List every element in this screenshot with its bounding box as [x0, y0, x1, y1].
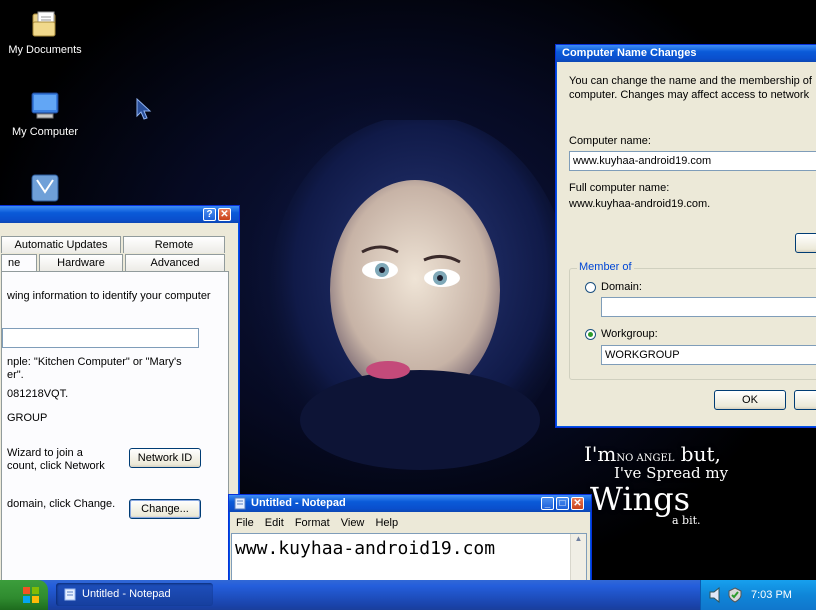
menu-help[interactable]: Help: [375, 517, 398, 529]
menu-format[interactable]: Format: [295, 517, 330, 529]
example-text-line2: er".: [7, 369, 24, 381]
full-computer-name-value: 081218VQT.: [7, 388, 69, 400]
wallpaper-portrait: [270, 120, 570, 470]
desktop-icon-partial[interactable]: [0, 172, 90, 208]
notepad-window: Untitled - Notepad _ □ ✕ File Edit Forma…: [228, 494, 592, 586]
dialog-description-line1: You can change the name and the membersh…: [569, 75, 812, 87]
vertical-scrollbar[interactable]: ▲: [570, 534, 586, 580]
full-computer-name-label: Full computer name:: [569, 182, 670, 194]
clock: 7:03 PM: [751, 589, 792, 601]
domain-radio[interactable]: [585, 282, 596, 293]
system-tray: 7:03 PM: [700, 580, 816, 610]
minimize-button[interactable]: _: [541, 497, 554, 510]
domain-label: Domain:: [601, 281, 642, 293]
tab-hardware[interactable]: Hardware: [39, 254, 123, 271]
example-text-line1: nple: "Kitchen Computer" or "Mary's: [7, 356, 182, 368]
desktop-icon-label: My Computer: [11, 126, 79, 138]
wallpaper-quote-line3: Wings: [590, 480, 691, 518]
wizard-text-line2: count, click Network: [7, 460, 105, 472]
menu-view[interactable]: View: [341, 517, 365, 529]
dialog-description-line2: computer. Changes may affect access to n…: [569, 89, 810, 101]
wizard-text-line1: Wizard to join a: [7, 447, 83, 459]
workgroup-label: Workgroup:: [601, 328, 658, 340]
computer-icon: [29, 90, 61, 122]
windows-logo-icon: [23, 587, 39, 603]
computer-name-label: Computer name:: [569, 135, 651, 147]
security-shield-icon[interactable]: [727, 587, 743, 603]
more-button[interactable]: [795, 233, 816, 253]
desktop-icon-label: My Documents: [8, 44, 82, 56]
notepad-text-area[interactable]: www.kuyhaa-android19.com ▲: [231, 533, 587, 581]
wallpaper-quote-line4: a bit.: [672, 514, 701, 527]
description-text: wing information to identify your comput…: [7, 290, 211, 302]
system-properties-window: ? ✕ Automatic Updates Remote ne Hardware…: [0, 205, 240, 597]
member-of-label: Member of: [577, 261, 634, 273]
tab-advanced[interactable]: Advanced: [125, 254, 225, 271]
computer-description-input[interactable]: [2, 328, 199, 348]
change-text: domain, click Change.: [7, 498, 116, 510]
notepad-icon: [234, 497, 246, 510]
mouse-cursor-icon: [136, 98, 152, 120]
taskbar: Untitled - Notepad 7:03 PM: [0, 580, 816, 610]
menu-file[interactable]: File: [236, 517, 254, 529]
workgroup-input[interactable]: WORKGROUP: [601, 345, 816, 365]
computer-name-changes-titlebar[interactable]: Computer Name Changes: [556, 45, 816, 62]
menu-edit[interactable]: Edit: [265, 517, 284, 529]
network-id-button[interactable]: Network ID: [129, 448, 201, 468]
cancel-button-partial[interactable]: [794, 390, 816, 410]
change-button[interactable]: Change...: [129, 499, 201, 519]
tab-remote[interactable]: Remote: [123, 236, 225, 253]
folder-documents-icon: [29, 8, 61, 40]
taskbar-item-label: Untitled - Notepad: [82, 588, 171, 600]
domain-input[interactable]: [601, 297, 816, 317]
computer-name-changes-dialog: Computer Name Changes You can change the…: [555, 44, 816, 428]
notepad-menubar: File Edit Format View Help: [231, 514, 587, 532]
taskbar-item-notepad[interactable]: Untitled - Notepad: [56, 583, 213, 606]
volume-icon[interactable]: [709, 587, 723, 603]
notepad-titlebar[interactable]: Untitled - Notepad _ □ ✕: [229, 495, 591, 512]
desktop-icon-my-documents[interactable]: My Documents: [0, 8, 90, 56]
desktop: My Documents My Computer I'mNO ANGEL but…: [0, 0, 816, 610]
close-button[interactable]: ✕: [571, 497, 584, 510]
workgroup-radio[interactable]: [585, 329, 596, 340]
maximize-button[interactable]: □: [556, 497, 569, 510]
member-of-groupbox: Member of Domain: Workgroup: WORKGROUP: [569, 261, 816, 380]
tab-computer-name[interactable]: ne: [1, 254, 37, 271]
tab-panel: wing information to identify your comput…: [1, 271, 229, 589]
notepad-content: www.kuyhaa-android19.com: [235, 538, 496, 559]
tab-automatic-updates[interactable]: Automatic Updates: [1, 236, 121, 253]
start-button[interactable]: [0, 580, 48, 610]
scroll-up-icon[interactable]: ▲: [571, 534, 586, 543]
ok-button[interactable]: OK: [714, 390, 786, 410]
workgroup-value: GROUP: [7, 412, 48, 424]
notepad-icon: [64, 588, 76, 601]
system-properties-titlebar[interactable]: ? ✕: [0, 206, 239, 223]
desktop-icon-my-computer[interactable]: My Computer: [0, 90, 90, 138]
network-icon: [29, 172, 61, 204]
full-computer-name-value: www.kuyhaa-android19.com.: [569, 198, 711, 210]
notepad-title: Untitled - Notepad: [251, 497, 346, 509]
help-button[interactable]: ?: [203, 208, 216, 221]
wallpaper-quote-line1: I'mNO ANGEL but,: [584, 442, 721, 466]
close-button[interactable]: ✕: [218, 208, 231, 221]
computer-name-input[interactable]: www.kuyhaa-android19.com: [569, 151, 816, 171]
